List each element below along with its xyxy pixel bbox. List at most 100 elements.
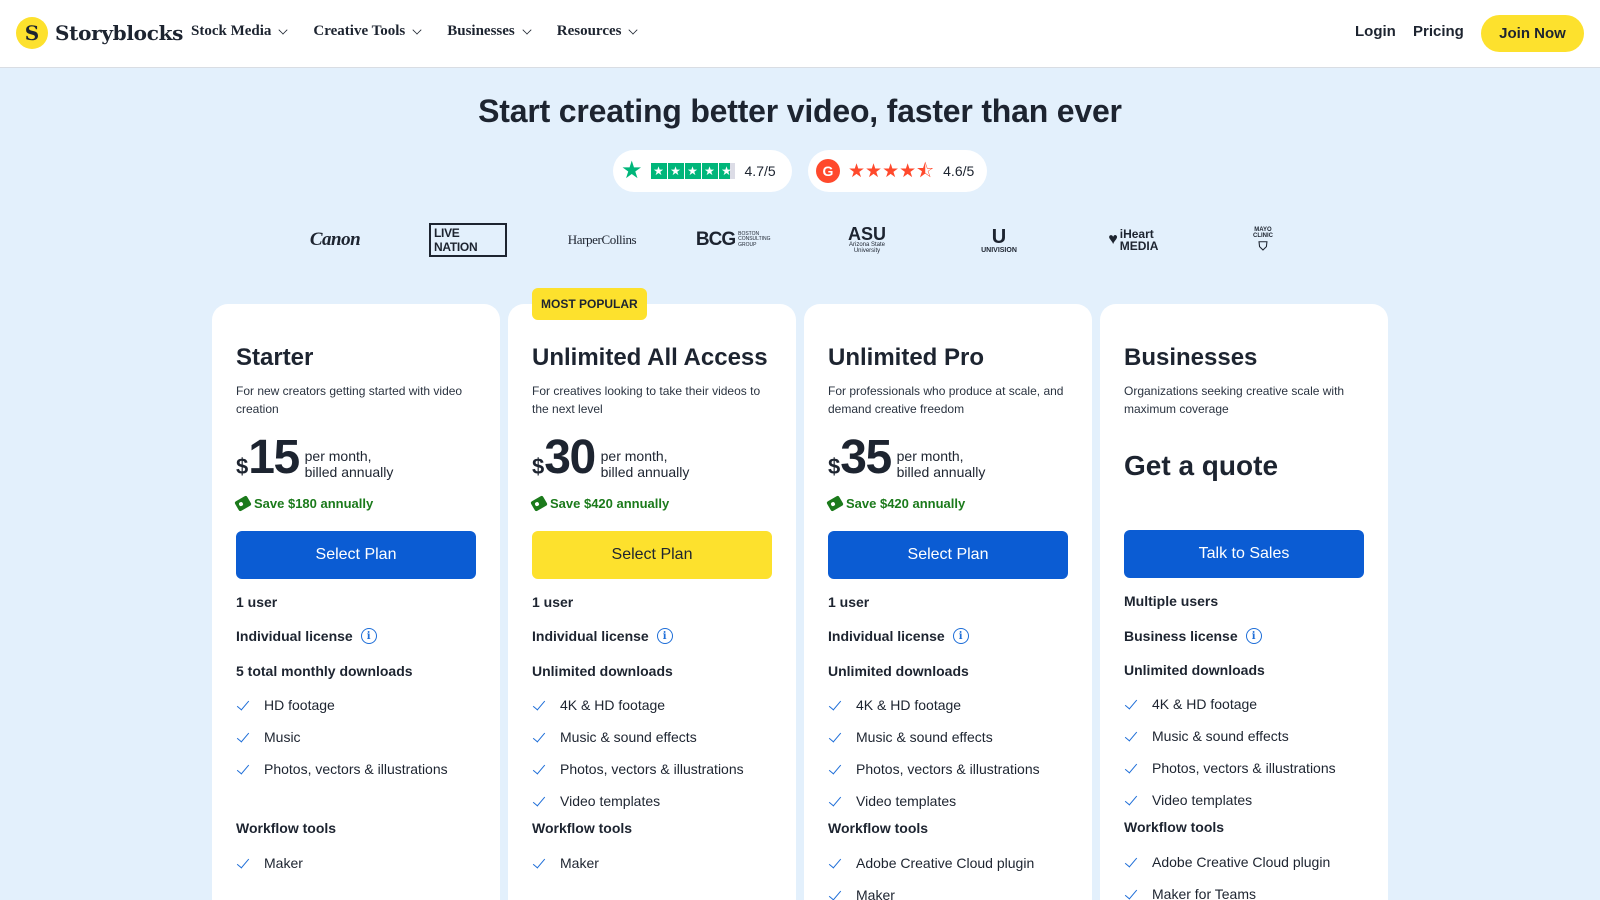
- workflow-label: Maker: [264, 855, 303, 871]
- select-plan-button[interactable]: Select Plan: [828, 531, 1068, 579]
- workflow-tools-heading: Workflow tools: [236, 820, 337, 836]
- plan-card-businesses: Businesses Organizations seeking creativ…: [1100, 304, 1388, 900]
- feature-label: Music: [264, 729, 301, 745]
- savings-note: Save $420 annually: [530, 495, 670, 512]
- star-icon: ★: [701, 163, 718, 179]
- check-icon: [828, 889, 840, 900]
- feature-item: 4K & HD footage: [532, 689, 772, 721]
- plan-price: $ 30 per month, billed annually: [532, 430, 689, 482]
- nav-creative-tools[interactable]: Creative Tools: [313, 23, 422, 40]
- nav-label: Resources: [556, 23, 622, 39]
- logo-mark-icon: S: [16, 17, 48, 49]
- feature-label: Photos, vectors & illustrations: [264, 761, 448, 777]
- check-icon: [1124, 698, 1136, 710]
- feature-label: Photos, vectors & illustrations: [560, 761, 744, 777]
- workflow-item: Adobe Creative Cloud plugin: [828, 847, 1068, 879]
- feature-label: Music & sound effects: [856, 729, 993, 745]
- g2-stars-icon: ★★★★⯪: [848, 160, 935, 182]
- get-a-quote-heading: Get a quote: [1124, 450, 1279, 481]
- price-tag-icon: [826, 495, 844, 512]
- check-icon: [828, 731, 840, 743]
- price-amount: 15: [248, 431, 300, 484]
- nav-label: Stock Media: [191, 23, 272, 39]
- univision-mark: U: [991, 225, 1007, 248]
- plan-description: Organizations seeking creative scale wit…: [1124, 384, 1345, 416]
- nav-label: Creative Tools: [313, 23, 406, 39]
- check-icon: [828, 857, 840, 869]
- check-icon: [532, 731, 544, 743]
- pricing-link[interactable]: Pricing: [1413, 23, 1464, 40]
- plan-card-starter: Starter For new creators getting started…: [212, 304, 500, 900]
- price-amount: 30: [544, 431, 596, 484]
- billing-period: per month, billed annually: [897, 448, 986, 480]
- plan-name: Businesses: [1124, 344, 1258, 371]
- harpercollins-logo: HarperCollins: [567, 232, 637, 247]
- most-popular-badge: MOST POPULAR: [532, 288, 647, 320]
- feature-label: Music & sound effects: [560, 729, 697, 745]
- plan-card-unlimited-all-access: Unlimited All Access For creatives looki…: [508, 304, 796, 900]
- savings-text: Save $420 annually: [550, 496, 670, 511]
- billing-period: per month, billed annually: [305, 448, 394, 480]
- select-plan-button[interactable]: Select Plan: [532, 531, 772, 579]
- feature-item: Music & sound effects: [828, 721, 1068, 753]
- login-link[interactable]: Login: [1355, 23, 1396, 40]
- nav-resources[interactable]: Resources: [556, 23, 639, 40]
- info-icon[interactable]: i: [1245, 628, 1262, 644]
- savings-text: Save $420 annually: [846, 496, 966, 511]
- star-icon: ★: [684, 163, 701, 179]
- feature-label: Photos, vectors & illustrations: [856, 761, 1040, 777]
- storyblocks-logo[interactable]: S Storyblocks: [16, 17, 183, 49]
- feature-item: Video templates: [828, 785, 1068, 817]
- plan-downloads: Unlimited downloads: [1124, 662, 1265, 678]
- univision-logo: U UNIVISION: [970, 222, 1028, 258]
- trustpilot-rating[interactable]: ★ ★ ★ ★ ★ ★ 4.7/5: [613, 150, 792, 192]
- g2-rating[interactable]: G ★★★★⯪ 4.6/5: [808, 150, 987, 192]
- info-icon[interactable]: i: [952, 628, 969, 644]
- talk-to-sales-button[interactable]: Talk to Sales: [1124, 530, 1364, 578]
- plan-description: For new creators getting started with vi…: [236, 384, 463, 416]
- feature-list: 4K & HD footage Music & sound effects Ph…: [1124, 688, 1364, 816]
- chevron-down-icon: [412, 25, 422, 35]
- license-label: Business license: [1124, 628, 1238, 644]
- feature-item: Video templates: [1124, 784, 1364, 816]
- feature-item: Music: [236, 721, 476, 753]
- feature-label: Video templates: [560, 793, 661, 809]
- license-label: Individual license: [828, 628, 945, 644]
- chevron-down-icon: [278, 25, 288, 35]
- plan-downloads: 5 total monthly downloads: [236, 663, 413, 679]
- feature-item: Music & sound effects: [1124, 720, 1364, 752]
- nav-stock-media[interactable]: Stock Media: [191, 23, 288, 40]
- billing-line-2: billed annually: [304, 464, 394, 480]
- billing-line-2: billed annually: [896, 464, 986, 480]
- feature-label: 4K & HD footage: [1152, 696, 1258, 712]
- join-now-button[interactable]: Join Now: [1481, 15, 1584, 52]
- billing-line-1: per month,: [304, 448, 372, 464]
- plan-downloads: Unlimited downloads: [532, 663, 673, 679]
- info-icon[interactable]: i: [360, 628, 377, 644]
- workflow-tools-heading: Workflow tools: [532, 820, 633, 836]
- trustpilot-stars: ★ ★ ★ ★ ★: [650, 163, 736, 179]
- check-icon: [532, 857, 544, 869]
- nav-businesses[interactable]: Businesses: [447, 23, 532, 40]
- workflow-item: Maker: [236, 847, 476, 879]
- info-icon[interactable]: i: [656, 628, 673, 644]
- check-icon: [532, 763, 544, 775]
- check-icon: [532, 699, 544, 711]
- plan-users: 1 user: [828, 594, 870, 610]
- plan-license: Individual license i: [828, 628, 969, 644]
- feature-label: HD footage: [264, 697, 335, 713]
- feature-item: Photos, vectors & illustrations: [1124, 752, 1364, 784]
- select-plan-button[interactable]: Select Plan: [236, 531, 476, 579]
- univision-wordmark: UNIVISION: [981, 246, 1017, 254]
- trustpilot-score: 4.7/5: [744, 163, 776, 179]
- bcg-subtitle: BOSTON CONSULTING GROUP: [738, 230, 771, 248]
- feature-label: 4K & HD footage: [560, 697, 666, 713]
- feature-item: Photos, vectors & illustrations: [828, 753, 1068, 785]
- workflow-label: Adobe Creative Cloud plugin: [1152, 854, 1331, 870]
- workflow-item: Adobe Creative Cloud plugin: [1124, 846, 1364, 878]
- currency-symbol: $: [828, 454, 841, 479]
- plan-price: $ 15 per month, billed annually: [236, 430, 393, 482]
- plan-name: Unlimited Pro: [828, 344, 985, 371]
- price-tag-icon: [530, 495, 548, 512]
- license-label: Individual license: [236, 628, 353, 644]
